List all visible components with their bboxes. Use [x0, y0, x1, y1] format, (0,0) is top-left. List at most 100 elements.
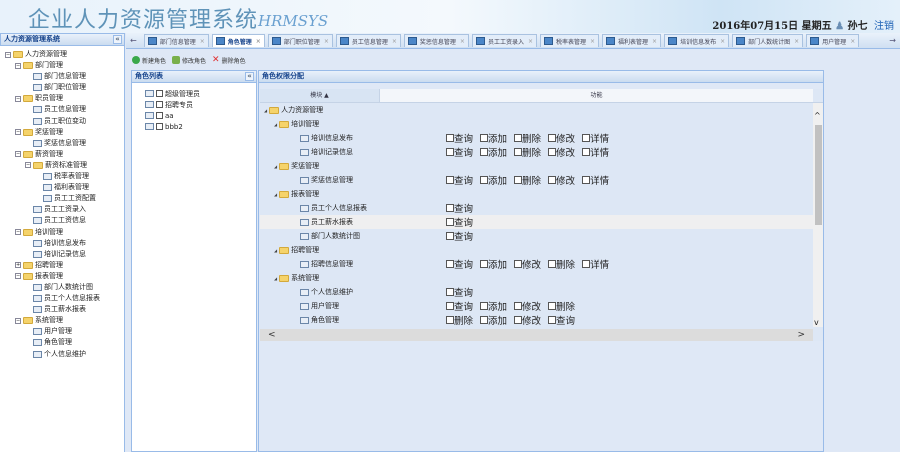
permission-checkbox[interactable]: 添加 [480, 131, 507, 145]
tab-close-icon[interactable]: × [528, 38, 533, 45]
checkbox-box[interactable] [446, 288, 454, 296]
role-list-item[interactable]: bbb2 [145, 122, 200, 131]
permission-checkbox[interactable]: 删除 [514, 145, 541, 159]
horizontal-scrollbar[interactable]: < > [260, 329, 813, 341]
checkbox-box[interactable] [480, 316, 489, 324]
nav-tree-item[interactable]: 部门人数统计图 [0, 283, 100, 292]
vertical-scrollbar[interactable]: ^ v [813, 103, 823, 327]
permission-checkbox[interactable]: 添加 [480, 173, 507, 187]
permission-checkbox[interactable]: 查询 [446, 257, 473, 271]
tab-close-icon[interactable]: × [256, 38, 261, 45]
expand-arrow-icon[interactable]: ◢ [274, 248, 277, 253]
nav-tree-item[interactable]: 个人信息维护 [0, 350, 100, 359]
checkbox-box[interactable] [514, 176, 523, 184]
permission-checkbox[interactable]: 查询 [446, 145, 473, 159]
permission-row[interactable]: 培训信息发布 查询 添加 删除 修改 详情 [260, 131, 823, 145]
checkbox-box[interactable] [446, 260, 454, 268]
permission-checkbox[interactable]: 删除 [446, 313, 473, 327]
permission-row[interactable]: 培训记录信息 查询 添加 删除 修改 详情 [260, 145, 823, 159]
permission-row[interactable]: 招聘信息管理 查询 添加 修改 删除 详情 [260, 257, 823, 271]
tab-item[interactable]: 员工信息管理 × [335, 34, 401, 47]
permission-checkbox[interactable]: 删除 [548, 299, 575, 313]
expand-toggle-icon[interactable]: − [15, 273, 21, 280]
expand-arrow-icon[interactable]: ◢ [274, 276, 277, 281]
role-list-item[interactable]: aa [145, 111, 200, 120]
permission-checkbox[interactable]: 添加 [480, 257, 507, 271]
nav-tree-item[interactable]: 税率表管理 [0, 172, 100, 181]
checkbox-box[interactable] [548, 260, 557, 268]
permission-row[interactable]: 奖惩信息管理 查询 添加 删除 修改 详情 [260, 173, 823, 187]
scroll-left-icon[interactable]: < [268, 329, 276, 341]
checkbox-box[interactable] [480, 302, 489, 310]
checkbox-box[interactable] [514, 260, 523, 268]
permission-checkbox[interactable]: 查询 [446, 299, 473, 313]
permission-checkbox[interactable]: 修改 [548, 173, 575, 187]
checkbox-box[interactable] [446, 204, 454, 212]
collapse-role-list-button[interactable]: « [245, 72, 254, 81]
nav-tree-item[interactable]: 员工工资配置 [0, 194, 100, 203]
tab-item[interactable]: 用户管理 × [806, 34, 860, 47]
checkbox-box[interactable] [446, 302, 454, 310]
nav-tree-item[interactable]: 员工信息管理 [0, 105, 100, 114]
nav-tree-item[interactable]: 奖惩信息管理 [0, 139, 100, 148]
scroll-down-icon[interactable]: v [814, 318, 819, 327]
column-module[interactable]: 模块 ▲ [260, 89, 380, 102]
tab-scroll-left-button[interactable]: ← [126, 36, 141, 45]
nav-tree-item[interactable]: 福利表管理 [0, 183, 100, 192]
tab-close-icon[interactable]: × [652, 38, 657, 45]
nav-tree-item[interactable]: 员工工资录入 [0, 205, 100, 214]
checkbox-box[interactable] [446, 176, 454, 184]
checkbox-box[interactable] [548, 176, 557, 184]
checkbox-box[interactable] [446, 134, 454, 142]
nav-tree-item[interactable]: − 薪资管理 [0, 150, 100, 159]
nav-tree-item[interactable]: 员工工资信息 [0, 216, 100, 225]
permission-checkbox[interactable]: 查询 [446, 229, 473, 243]
expand-toggle-icon[interactable]: − [15, 229, 21, 235]
logout-link[interactable]: 注销 [874, 21, 894, 32]
nav-tree-item[interactable]: 角色管理 [0, 338, 100, 347]
edit-role-button[interactable]: 修改角色 [172, 55, 206, 65]
expand-toggle-icon[interactable]: − [5, 51, 11, 58]
tab-close-icon[interactable]: × [590, 38, 595, 45]
expand-toggle-icon[interactable]: − [15, 129, 21, 136]
checkbox-box[interactable] [548, 148, 557, 156]
expand-arrow-icon[interactable]: ◢ [264, 108, 267, 113]
tab-close-icon[interactable]: × [392, 38, 397, 45]
tab-item[interactable]: 角色管理 × [211, 34, 265, 47]
tab-item[interactable]: 奖惩信息管理 × [403, 34, 469, 47]
permission-row[interactable]: 员工薪水报表 查询 [260, 215, 823, 229]
nav-tree-item[interactable]: − 部门管理 [0, 61, 100, 70]
permission-row[interactable]: 部门人数统计图 查询 [260, 229, 823, 243]
role-checkbox[interactable] [156, 101, 163, 108]
tab-item[interactable]: 部门信息管理 × [143, 34, 209, 47]
permission-checkbox[interactable]: 删除 [548, 257, 575, 271]
permission-checkbox[interactable]: 添加 [480, 145, 507, 159]
permission-checkbox[interactable]: 查询 [446, 201, 473, 215]
nav-tree-item[interactable]: − 系统管理 [0, 316, 100, 325]
checkbox-box[interactable] [548, 134, 557, 142]
permission-row[interactable]: ◢ 系统管理 [260, 271, 823, 285]
permission-checkbox[interactable]: 修改 [548, 131, 575, 145]
role-list-item[interactable]: 超级管理员 [145, 89, 200, 98]
nav-tree-item[interactable]: − 培训管理 [0, 228, 100, 237]
add-role-button[interactable]: 新建角色 [132, 55, 166, 65]
permission-row[interactable]: 角色管理 删除 添加 修改 查询 [260, 313, 823, 327]
role-checkbox[interactable] [156, 112, 163, 119]
permission-row[interactable]: ◢ 奖惩管理 [260, 159, 823, 173]
tab-close-icon[interactable]: × [324, 38, 329, 45]
tab-close-icon[interactable]: × [720, 38, 725, 45]
checkbox-box[interactable] [548, 302, 557, 310]
scroll-up-icon[interactable]: ^ [814, 111, 821, 120]
checkbox-box[interactable] [446, 148, 454, 156]
nav-tree-item[interactable]: 员工薪水报表 [0, 305, 100, 314]
nav-tree-item[interactable]: 培训记录信息 [0, 250, 100, 259]
permission-checkbox[interactable]: 详情 [582, 257, 609, 271]
checkbox-box[interactable] [582, 176, 591, 184]
checkbox-box[interactable] [514, 148, 523, 156]
tab-scroll-right-button[interactable]: → [885, 36, 900, 45]
checkbox-box[interactable] [548, 316, 557, 324]
tab-item[interactable]: 培训信息发布 × [664, 34, 730, 47]
role-checkbox[interactable] [156, 90, 163, 97]
permission-checkbox[interactable]: 修改 [548, 145, 575, 159]
nav-tree-item[interactable]: − 薪资标准管理 [0, 161, 100, 170]
